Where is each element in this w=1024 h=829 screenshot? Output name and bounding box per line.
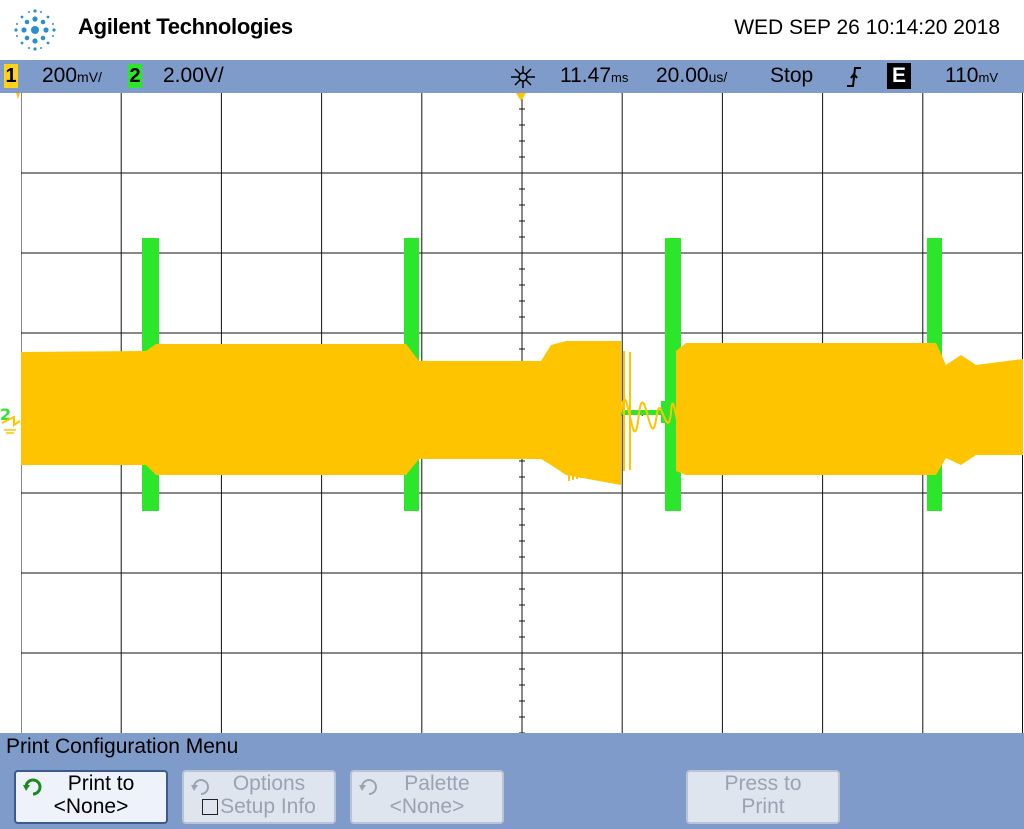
- palette-value: <None>: [389, 795, 465, 818]
- rising-edge-icon: [847, 67, 861, 87]
- rotate-knob-icon: [22, 776, 44, 798]
- brand-name: Agilent Technologies: [78, 14, 293, 39]
- checkbox-icon[interactable]: [202, 799, 219, 815]
- ground-marker: 2: [0, 93, 21, 434]
- ch1-scale-value: 200: [42, 64, 78, 87]
- palette-softkey[interactable]: Palette <None>: [350, 770, 504, 824]
- menu-title: Print Configuration Menu: [6, 735, 239, 758]
- title-bar: Agilent Technologies WED SEP 26 10:14:20…: [0, 0, 1024, 60]
- trigger-source-label: E: [887, 63, 911, 89]
- ch1-envelope: [21, 341, 621, 485]
- ch2-indicator[interactable]: 2: [128, 63, 142, 89]
- timebase-readout[interactable]: 20.00us/: [656, 63, 727, 90]
- press-to-print-softkey[interactable]: Press to Print: [686, 770, 840, 824]
- print-to-softkey[interactable]: Print to <None>: [14, 770, 168, 824]
- ch1-scale[interactable]: 200mV/: [42, 63, 102, 90]
- trigger-position-icon: [511, 66, 535, 88]
- press-to-label: Press to: [724, 772, 802, 795]
- trigger-level-unit: mV: [978, 70, 998, 85]
- ch1-number: 1: [4, 64, 18, 88]
- status-bar: 1 200mV/ 2 2.00V/ 11.47ms 20.00us/ Stop …: [0, 60, 1024, 93]
- agilent-spark-icon: [14, 9, 56, 51]
- trigger-source[interactable]: E: [887, 63, 911, 89]
- date-time: WED SEP 26 10:14:20 2018: [734, 16, 1000, 39]
- run-state: Stop: [770, 64, 814, 87]
- ch1-indicator[interactable]: 1: [4, 63, 18, 89]
- ch2-number: 2: [128, 64, 142, 88]
- timebase-unit: us/: [708, 69, 728, 85]
- delay-unit: ms: [611, 70, 629, 85]
- timebase-value: 20.00: [656, 64, 709, 87]
- delay-value: 11.47: [560, 64, 611, 87]
- rotate-knob-icon: [190, 776, 212, 798]
- options-value: Setup Info: [220, 795, 316, 818]
- rotate-knob-icon: [358, 776, 380, 798]
- trigger-marker: [516, 93, 526, 101]
- print-label: Print: [741, 795, 785, 818]
- options-value-row: Setup Info: [184, 795, 334, 818]
- ch2-scale[interactable]: 2.00V/: [163, 63, 224, 89]
- ch1-scale-unit: mV/: [77, 69, 102, 85]
- options-softkey[interactable]: Options Setup Info: [182, 770, 336, 824]
- print-to-value: <None>: [53, 795, 129, 818]
- ch1-envelope-right: [676, 343, 1023, 475]
- left-margin: 2: [0, 93, 21, 733]
- softkey-menu: Print Configuration Menu Print to <None>…: [0, 733, 1024, 829]
- delay-readout[interactable]: 11.47ms: [560, 63, 628, 91]
- trigger-level[interactable]: 110mV: [945, 63, 998, 91]
- waveform-display[interactable]: [21, 93, 1023, 733]
- trigger-level-value: 110: [945, 64, 979, 87]
